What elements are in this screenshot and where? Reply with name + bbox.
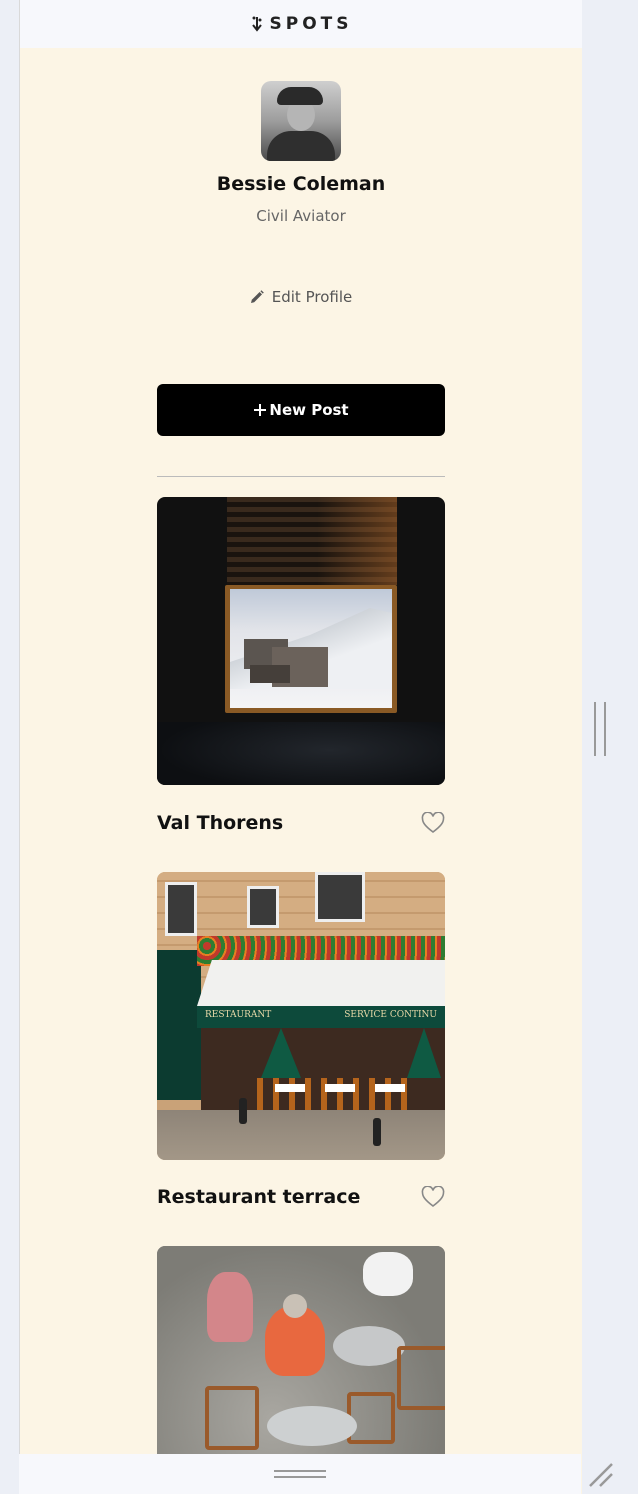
- side-drag-handle-icon[interactable]: [594, 702, 606, 756]
- profile-description: Civil Aviator: [256, 207, 346, 225]
- card-caption: Restaurant terrace: [157, 1186, 445, 1208]
- profile-section: Bessie Coleman Civil Aviator: [20, 81, 582, 225]
- heart-icon[interactable]: [421, 812, 445, 834]
- edit-profile-label: Edit Profile: [271, 288, 353, 306]
- card-title: Val Thorens: [157, 812, 284, 834]
- header: SPOTS: [20, 0, 582, 48]
- card-caption: Val Thorens: [157, 812, 445, 834]
- card-image-restaurant-terrace[interactable]: RESTAURANT SERVICE CONTINU: [157, 872, 445, 1160]
- card-image-val-thorens[interactable]: [157, 497, 445, 785]
- logo[interactable]: SPOTS: [250, 14, 353, 34]
- app-frame: SPOTS Bessie Coleman Civil Aviator Edit …: [19, 0, 582, 1494]
- resize-corner-icon[interactable]: [586, 1460, 616, 1490]
- card-title: Restaurant terrace: [157, 1186, 361, 1208]
- bottom-drag-bar[interactable]: [19, 1454, 581, 1494]
- plus-icon: [254, 404, 267, 416]
- avatar: [261, 81, 341, 161]
- new-post-button[interactable]: New Post: [157, 384, 445, 436]
- edit-profile-button[interactable]: Edit Profile: [20, 288, 582, 306]
- profile-name: Bessie Coleman: [216, 173, 386, 195]
- heart-icon[interactable]: [421, 1186, 445, 1208]
- new-post-label: New Post: [269, 401, 349, 419]
- pencil-icon: [250, 290, 264, 303]
- logo-text: SPOTS: [269, 14, 353, 34]
- vine-arrow-icon: [251, 16, 262, 32]
- drag-handle-icon[interactable]: [274, 1470, 326, 1478]
- divider: [157, 476, 445, 477]
